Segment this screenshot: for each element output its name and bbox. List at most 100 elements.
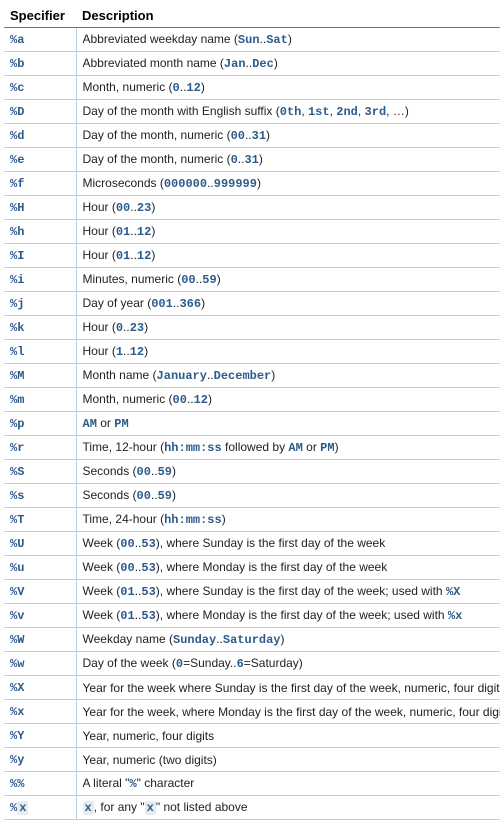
specifier-cell: %j	[4, 292, 76, 316]
table-row: %kHour (0..23)	[4, 316, 500, 340]
header-row: Specifier Description	[4, 4, 500, 28]
table-row: %%A literal "%" character	[4, 772, 500, 796]
specifier-cell: %l	[4, 340, 76, 364]
table-row: %YYear, numeric, four digits	[4, 724, 500, 748]
specifier-cell: %W	[4, 628, 76, 652]
specifier-cell: %e	[4, 148, 76, 172]
header-description: Description	[76, 4, 500, 28]
specifier-cell: %w	[4, 652, 76, 676]
specifier-cell: %u	[4, 556, 76, 580]
specifier-cell: %f	[4, 172, 76, 196]
description-cell: Weekday name (Sunday..Saturday)	[76, 628, 500, 652]
description-cell: Microseconds (000000..999999)	[76, 172, 500, 196]
table-row: %IHour (01..12)	[4, 244, 500, 268]
table-row: %wDay of the week (0=Sunday..6=Saturday)	[4, 652, 500, 676]
specifier-cell: %r	[4, 436, 76, 460]
description-cell: Abbreviated month name (Jan..Dec)	[76, 52, 500, 76]
table-row: %lHour (1..12)	[4, 340, 500, 364]
specifier-cell: %T	[4, 508, 76, 532]
description-cell: Time, 12-hour (hh:mm:ss followed by AM o…	[76, 436, 500, 460]
description-cell: Seconds (00..59)	[76, 484, 500, 508]
table-row: %TTime, 24-hour (hh:mm:ss)	[4, 508, 500, 532]
specifier-cell: %p	[4, 412, 76, 436]
description-cell: Day of the month with English suffix (0t…	[76, 100, 500, 124]
description-cell: Week (00..53), where Monday is the first…	[76, 556, 500, 580]
description-cell: Hour (01..12)	[76, 244, 500, 268]
specifier-cell: %%	[4, 772, 76, 796]
table-row: %aAbbreviated weekday name (Sun..Sat)	[4, 28, 500, 52]
description-cell: Abbreviated weekday name (Sun..Sat)	[76, 28, 500, 52]
description-cell: Year, numeric (two digits)	[76, 748, 500, 772]
specifier-cell: %M	[4, 364, 76, 388]
description-cell: Month, numeric (00..12)	[76, 388, 500, 412]
description-cell: x, for any "x" not listed above	[76, 796, 500, 820]
table-row: %HHour (00..23)	[4, 196, 500, 220]
description-cell: Hour (0..23)	[76, 316, 500, 340]
table-row: %vWeek (01..53), where Monday is the fir…	[4, 604, 500, 628]
description-cell: Day of year (001..366)	[76, 292, 500, 316]
description-cell: Minutes, numeric (00..59)	[76, 268, 500, 292]
specifier-cell: %D	[4, 100, 76, 124]
description-cell: Year for the week, where Monday is the f…	[76, 700, 500, 724]
table-row: %sSeconds (00..59)	[4, 484, 500, 508]
specifier-cell: %b	[4, 52, 76, 76]
description-cell: Week (01..53), where Monday is the first…	[76, 604, 500, 628]
table-row: %UWeek (00..53), where Sunday is the fir…	[4, 532, 500, 556]
description-cell: Day of the week (0=Sunday..6=Saturday)	[76, 652, 500, 676]
table-row: %WWeekday name (Sunday..Saturday)	[4, 628, 500, 652]
table-row: %uWeek (00..53), where Monday is the fir…	[4, 556, 500, 580]
specifier-cell: %v	[4, 604, 76, 628]
description-cell: Month, numeric (0..12)	[76, 76, 500, 100]
description-cell: Year for the week where Sunday is the fi…	[76, 676, 500, 700]
table-row: %MMonth name (January..December)	[4, 364, 500, 388]
specifier-cell: %s	[4, 484, 76, 508]
description-cell: Week (00..53), where Sunday is the first…	[76, 532, 500, 556]
table-row: %iMinutes, numeric (00..59)	[4, 268, 500, 292]
table-row: %fMicroseconds (000000..999999)	[4, 172, 500, 196]
table-row: %jDay of year (001..366)	[4, 292, 500, 316]
specifier-cell: %y	[4, 748, 76, 772]
specifier-cell: %d	[4, 124, 76, 148]
table-row: %VWeek (01..53), where Sunday is the fir…	[4, 580, 500, 604]
table-row: %hHour (01..12)	[4, 220, 500, 244]
header-specifier: Specifier	[4, 4, 76, 28]
table-row: %xx, for any "x" not listed above	[4, 796, 500, 820]
table-row: %rTime, 12-hour (hh:mm:ss followed by AM…	[4, 436, 500, 460]
table-row: %SSeconds (00..59)	[4, 460, 500, 484]
table-row: %cMonth, numeric (0..12)	[4, 76, 500, 100]
table-row: %bAbbreviated month name (Jan..Dec)	[4, 52, 500, 76]
specifier-cell: %a	[4, 28, 76, 52]
table-row: %eDay of the month, numeric (0..31)	[4, 148, 500, 172]
specifier-cell: %x	[4, 700, 76, 724]
format-specifiers-table: Specifier Description %aAbbreviated week…	[4, 4, 500, 820]
description-cell: Month name (January..December)	[76, 364, 500, 388]
description-cell: Seconds (00..59)	[76, 460, 500, 484]
table-row: %dDay of the month, numeric (00..31)	[4, 124, 500, 148]
description-cell: Time, 24-hour (hh:mm:ss)	[76, 508, 500, 532]
description-cell: Day of the month, numeric (00..31)	[76, 124, 500, 148]
specifier-cell: %x	[4, 796, 76, 820]
description-cell: Week (01..53), where Sunday is the first…	[76, 580, 500, 604]
specifier-cell: %I	[4, 244, 76, 268]
table-row: %DDay of the month with English suffix (…	[4, 100, 500, 124]
table-row: %mMonth, numeric (00..12)	[4, 388, 500, 412]
specifier-cell: %i	[4, 268, 76, 292]
description-cell: Hour (01..12)	[76, 220, 500, 244]
description-cell: Day of the month, numeric (0..31)	[76, 148, 500, 172]
specifier-cell: %h	[4, 220, 76, 244]
description-cell: Hour (00..23)	[76, 196, 500, 220]
specifier-cell: %S	[4, 460, 76, 484]
table-row: %xYear for the week, where Monday is the…	[4, 700, 500, 724]
description-cell: Year, numeric, four digits	[76, 724, 500, 748]
description-cell: AM or PM	[76, 412, 500, 436]
specifier-cell: %H	[4, 196, 76, 220]
table-row: %pAM or PM	[4, 412, 500, 436]
specifier-cell: %X	[4, 676, 76, 700]
description-cell: Hour (1..12)	[76, 340, 500, 364]
specifier-cell: %U	[4, 532, 76, 556]
specifier-cell: %V	[4, 580, 76, 604]
specifier-cell: %m	[4, 388, 76, 412]
specifier-cell: %k	[4, 316, 76, 340]
specifier-cell: %Y	[4, 724, 76, 748]
specifier-cell: %c	[4, 76, 76, 100]
